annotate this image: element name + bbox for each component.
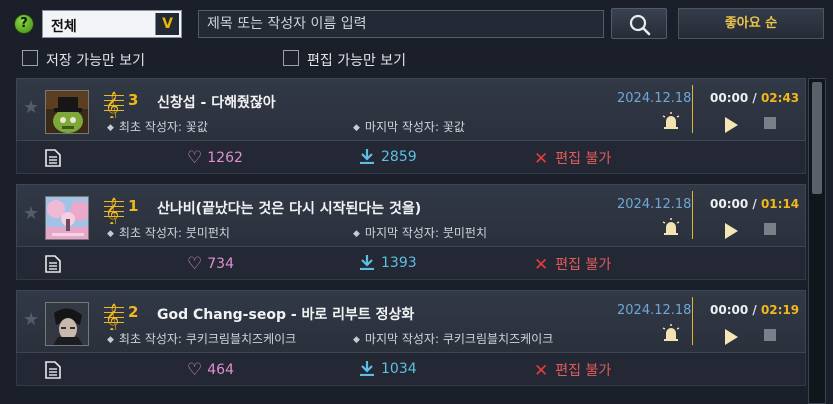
divider	[692, 297, 693, 345]
filter-savable-label: 저장 가능만 보기	[46, 53, 146, 69]
category-select[interactable]: 전체 V	[42, 10, 182, 38]
song-list: ★ 𝄞 3 신창섭 - 다해줬잖아 ◆ 최초 작성자: 꽃값 ◆ 마지막 작성자…	[16, 78, 806, 404]
toolbar: ? 전체 V 좋아요 순	[0, 0, 833, 46]
like-count[interactable]: ♡ 464	[187, 360, 234, 380]
heart-icon: ♡	[187, 148, 203, 168]
song-card-stats: ♡ 1262 2859 ✕ 편집 불가	[16, 141, 806, 174]
song-thumbnail	[45, 196, 89, 240]
song-last-editor: ◆ 마지막 작성자: 쿠키크림블치즈케이크	[353, 332, 554, 346]
song-time: 00:00 / 02:19	[710, 303, 800, 317]
song-creator: ◆ 최초 작성자: 쿠키크림블치즈케이크	[107, 332, 297, 346]
download-count[interactable]: 1034	[359, 360, 417, 377]
help-icon[interactable]: ?	[14, 14, 34, 34]
song-time: 00:00 / 01:14	[710, 197, 800, 211]
song-date: 2024.12.18	[617, 303, 692, 318]
filter-savable-checkbox[interactable]	[22, 50, 38, 66]
alarm-icon[interactable]	[661, 112, 681, 130]
alarm-icon[interactable]	[661, 218, 681, 236]
play-icon[interactable]	[725, 223, 738, 239]
song-creator: ◆ 최초 작성자: 꽃값	[107, 120, 208, 134]
song-card[interactable]: ★ 𝄞 2 God Chang-seop - 바로 리부트 정상화 ◆ 최초 작…	[16, 290, 806, 386]
song-last-editor: ◆ 마지막 작성자: 꽃값	[353, 120, 465, 134]
song-card-main[interactable]: ★ 𝄞 3 신창섭 - 다해줬잖아 ◆ 최초 작성자: 꽃값 ◆ 마지막 작성자…	[16, 78, 806, 141]
song-card-main[interactable]: ★ 𝄞 1 산나비(끝났다는 것은 다시 시작된다는 것을) ◆ 최초 작성자:…	[16, 184, 806, 247]
download-icon	[360, 149, 374, 165]
star-icon[interactable]: ★	[23, 203, 39, 224]
stop-icon[interactable]	[764, 223, 776, 235]
song-rank: 3	[128, 91, 139, 109]
treble-clef-icon: 𝄞	[104, 91, 124, 118]
document-icon[interactable]	[45, 149, 61, 167]
star-icon[interactable]: ★	[23, 309, 39, 330]
song-date: 2024.12.18	[617, 91, 692, 106]
scrollbar-thumb[interactable]	[812, 82, 822, 194]
song-rank: 1	[128, 197, 139, 215]
play-icon[interactable]	[725, 329, 738, 345]
stop-icon[interactable]	[764, 329, 776, 341]
edit-status: ✕ 편집 불가	[534, 361, 612, 381]
close-icon: ✕	[534, 361, 549, 381]
star-icon[interactable]: ★	[23, 97, 39, 118]
song-title[interactable]: 산나비(끝났다는 것은 다시 시작된다는 것을)	[157, 198, 421, 218]
song-time: 00:00 / 02:43	[710, 91, 800, 105]
svg-text:𝄞: 𝄞	[105, 303, 119, 330]
song-date: 2024.12.18	[617, 197, 692, 212]
song-thumbnail	[45, 302, 89, 346]
play-icon[interactable]	[725, 117, 738, 133]
song-thumbnail	[45, 90, 89, 134]
song-card-main[interactable]: ★ 𝄞 2 God Chang-seop - 바로 리부트 정상화 ◆ 최초 작…	[16, 290, 806, 353]
download-icon	[360, 255, 374, 271]
song-rank: 2	[128, 303, 139, 321]
edit-status: ✕ 편집 불가	[534, 255, 612, 275]
document-icon[interactable]	[45, 255, 61, 273]
heart-icon: ♡	[187, 254, 203, 274]
filter-editable-label: 편집 가능만 보기	[307, 53, 407, 69]
download-count[interactable]: 1393	[359, 254, 417, 271]
song-card-stats: ♡ 464 1034 ✕ 편집 불가	[16, 353, 806, 386]
sort-button[interactable]: 좋아요 순	[678, 8, 824, 39]
svg-text:𝄞: 𝄞	[105, 197, 119, 224]
song-card[interactable]: ★ 𝄞 3 신창섭 - 다해줬잖아 ◆ 최초 작성자: 꽃값 ◆ 마지막 작성자…	[16, 78, 806, 174]
search-icon	[629, 14, 651, 36]
song-card-stats: ♡ 734 1393 ✕ 편집 불가	[16, 247, 806, 280]
treble-clef-icon: 𝄞	[104, 197, 124, 224]
divider	[692, 191, 693, 239]
search-input[interactable]	[198, 10, 604, 38]
filter-editable-checkbox[interactable]	[283, 50, 299, 66]
treble-clef-icon: 𝄞	[104, 303, 124, 330]
like-count[interactable]: ♡ 734	[187, 254, 234, 274]
category-select-value: 전체	[51, 19, 77, 35]
song-card[interactable]: ★ 𝄞 1 산나비(끝났다는 것은 다시 시작된다는 것을) ◆ 최초 작성자:…	[16, 184, 806, 280]
close-icon: ✕	[534, 255, 549, 275]
search-button[interactable]	[611, 8, 667, 39]
stop-icon[interactable]	[764, 117, 776, 129]
close-icon: ✕	[534, 149, 549, 169]
document-icon[interactable]	[45, 361, 61, 379]
download-icon	[360, 361, 374, 377]
chevron-down-icon[interactable]: V	[155, 13, 179, 35]
download-count[interactable]: 2859	[359, 148, 417, 165]
like-count[interactable]: ♡ 1262	[187, 148, 243, 168]
edit-status: ✕ 편집 불가	[534, 149, 612, 169]
song-last-editor: ◆ 마지막 작성자: 붓미펀치	[353, 226, 487, 240]
song-title[interactable]: 신창섭 - 다해줬잖아	[157, 92, 276, 112]
heart-icon: ♡	[187, 360, 203, 380]
svg-text:𝄞: 𝄞	[105, 91, 119, 118]
song-title[interactable]: God Chang-seop - 바로 리부트 정상화	[157, 304, 414, 324]
divider	[692, 85, 693, 133]
song-creator: ◆ 최초 작성자: 붓미펀치	[107, 226, 230, 240]
list-scrollbar[interactable]	[808, 78, 826, 404]
alarm-icon[interactable]	[661, 324, 681, 342]
